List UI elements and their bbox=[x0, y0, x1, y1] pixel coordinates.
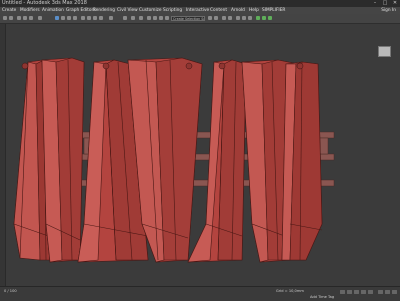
scale-icon[interactable] bbox=[93, 16, 97, 20]
menu-arnold[interactable]: Arnold bbox=[231, 7, 245, 14]
render-production-icon[interactable] bbox=[268, 16, 272, 20]
panel-right-outer[interactable] bbox=[281, 61, 323, 261]
panel-left-inner[interactable] bbox=[41, 57, 85, 263]
menu-rendering[interactable]: Rendering bbox=[93, 7, 115, 14]
next-frame-icon[interactable] bbox=[361, 290, 366, 294]
link-icon[interactable] bbox=[17, 16, 21, 20]
rect-region-icon[interactable] bbox=[67, 16, 71, 20]
select-manipulate-icon[interactable] bbox=[131, 16, 135, 20]
goto-start-icon[interactable] bbox=[340, 290, 345, 294]
menu-civil-view[interactable]: Civil View bbox=[117, 7, 138, 14]
unlink-icon[interactable] bbox=[23, 16, 27, 20]
menu-create[interactable]: Create bbox=[2, 7, 16, 14]
reference-coord-icon[interactable] bbox=[109, 16, 113, 20]
menu-customize[interactable]: Customize bbox=[139, 7, 162, 14]
render-setup-icon[interactable] bbox=[256, 16, 260, 20]
menu-modifiers[interactable]: Modifiers bbox=[20, 7, 40, 14]
grid-size: Grid = 10,0mm bbox=[276, 289, 304, 293]
select-by-name-icon[interactable] bbox=[61, 16, 65, 20]
bind-space-warp-icon[interactable] bbox=[29, 16, 33, 20]
maximize-button[interactable]: □ bbox=[380, 0, 390, 7]
rotate-icon[interactable] bbox=[87, 16, 91, 20]
mirror-icon[interactable] bbox=[208, 16, 212, 20]
keyboard-shortcut-icon[interactable] bbox=[139, 16, 143, 20]
scene-explorer-icon[interactable] bbox=[222, 16, 226, 20]
menu-interactive[interactable]: Interactive bbox=[186, 7, 209, 14]
add-time-tag[interactable]: Add Time Tag bbox=[310, 295, 334, 299]
layer-explorer-icon[interactable] bbox=[228, 16, 232, 20]
menu-simplifier[interactable]: SIMPLIFIER bbox=[262, 7, 285, 14]
main-toolbar: Create Selection Se bbox=[0, 14, 400, 24]
menu-graph-editors[interactable]: Graph Editors bbox=[66, 7, 96, 14]
prev-frame-icon[interactable] bbox=[347, 290, 352, 294]
undo-icon[interactable] bbox=[3, 16, 7, 20]
align-icon[interactable] bbox=[214, 16, 218, 20]
window-title: Untitled - Autodesk 3ds Max 2018 bbox=[2, 0, 87, 6]
move-icon[interactable] bbox=[81, 16, 85, 20]
pan-icon[interactable] bbox=[392, 290, 397, 294]
minimize-button[interactable]: – bbox=[370, 0, 380, 7]
scene-3d-view[interactable] bbox=[6, 24, 400, 286]
title-bar: Untitled - Autodesk 3ds Max 2018 – □ ✕ bbox=[0, 0, 400, 7]
goto-end-icon[interactable] bbox=[368, 290, 373, 294]
place-icon[interactable] bbox=[99, 16, 103, 20]
menu-scripting[interactable]: Scripting bbox=[163, 7, 182, 14]
perspective-viewport[interactable] bbox=[6, 24, 400, 286]
play-icon[interactable] bbox=[354, 290, 359, 294]
schematic-view-icon[interactable] bbox=[242, 16, 246, 20]
render-frame-icon[interactable] bbox=[262, 16, 266, 20]
sign-in-link[interactable]: Sign In bbox=[381, 7, 396, 14]
curve-editor-icon[interactable] bbox=[236, 16, 240, 20]
spinner-snap-icon[interactable] bbox=[165, 16, 169, 20]
zoom-icon[interactable] bbox=[378, 290, 383, 294]
close-button[interactable]: ✕ bbox=[390, 0, 400, 7]
selection-filter-icon[interactable] bbox=[38, 16, 42, 20]
menu-animation[interactable]: Animation bbox=[42, 7, 64, 14]
percent-snap-icon[interactable] bbox=[159, 16, 163, 20]
snap-toggle-icon[interactable] bbox=[147, 16, 151, 20]
material-editor-icon[interactable] bbox=[248, 16, 252, 20]
orbit-icon[interactable] bbox=[385, 290, 390, 294]
window-crossing-icon[interactable] bbox=[73, 16, 77, 20]
frame-counter: 0 / 100 bbox=[4, 289, 17, 293]
status-bar: 0 / 100 Grid = 10,0mm Add Time Tag bbox=[0, 286, 400, 301]
menu-bar: Create Modifiers Animation Graph Editors… bbox=[0, 7, 400, 14]
menu-help[interactable]: Help bbox=[249, 7, 259, 14]
select-object-icon[interactable] bbox=[55, 16, 59, 20]
menu-content[interactable]: Content bbox=[210, 7, 227, 14]
redo-icon[interactable] bbox=[9, 16, 13, 20]
pivot-center-icon[interactable] bbox=[123, 16, 127, 20]
viewcube[interactable] bbox=[378, 46, 391, 57]
angle-snap-icon[interactable] bbox=[153, 16, 157, 20]
named-selection-set-dropdown[interactable]: Create Selection Se bbox=[171, 15, 205, 21]
